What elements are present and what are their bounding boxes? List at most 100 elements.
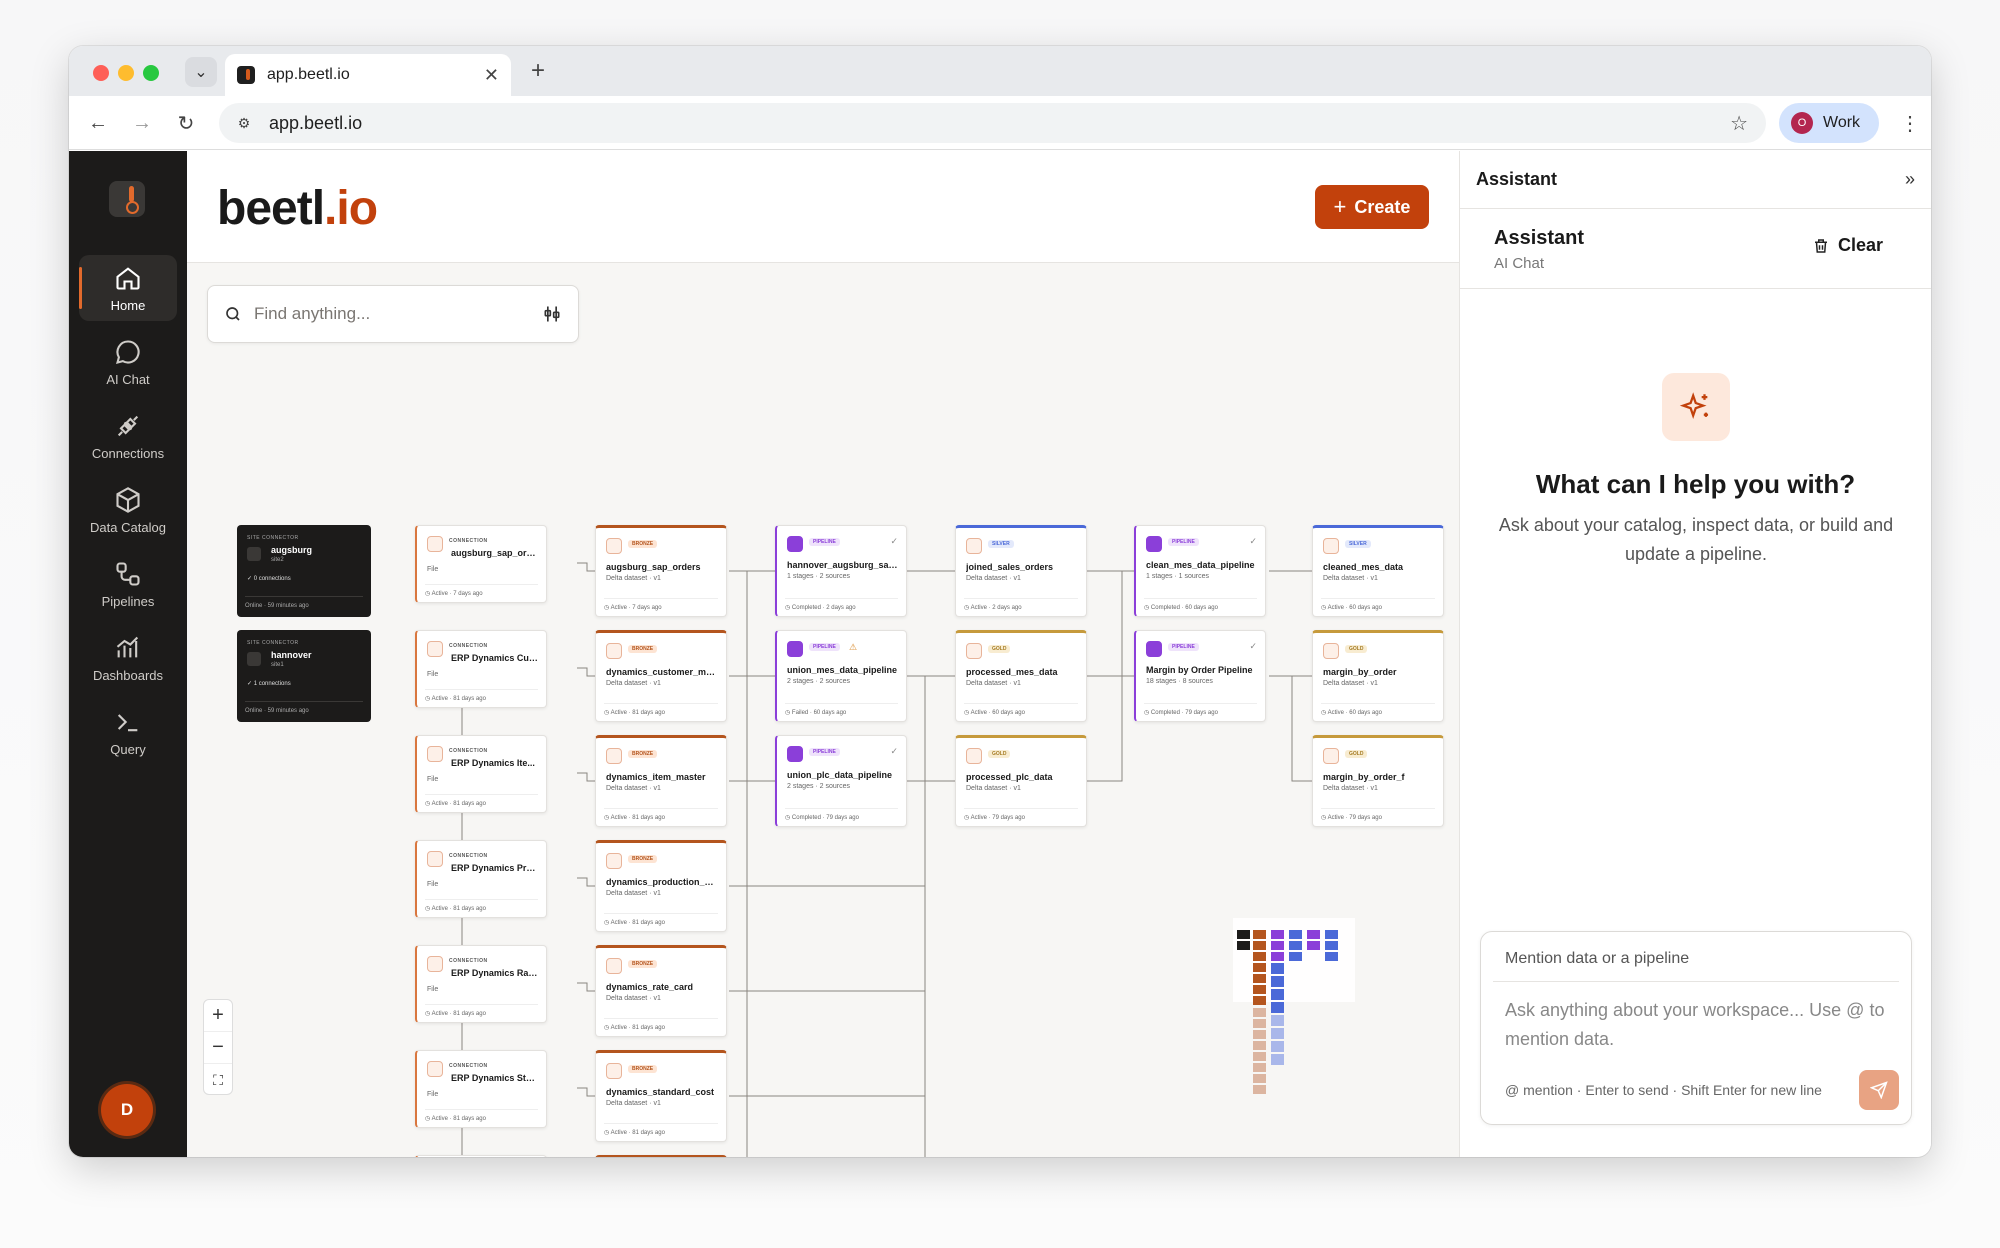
- node-name: dynamics_item_master: [606, 772, 706, 782]
- conn-node[interactable]: CONNECTION ERP Dynamics Cus... File ◷ Activ…: [415, 630, 547, 708]
- node-subtitle: site2: [271, 557, 284, 563]
- sidebar-item-label: Pipelines: [101, 593, 155, 609]
- tier-badge: GOLD: [988, 750, 1011, 758]
- zoom-in-button[interactable]: +: [204, 1000, 232, 1032]
- bronze-node[interactable]: BRONZEhannover_msd_werkbau_...Delta data…: [595, 1155, 727, 1157]
- pipe-node[interactable]: PIPELINE ✓ union_plc_data_pipeline 2 stages…: [775, 735, 907, 827]
- search-input[interactable]: Find anything...: [254, 304, 542, 324]
- node-subtitle: File: [427, 986, 439, 993]
- close-window-button[interactable]: [93, 65, 109, 81]
- node-status: Online · 59 minutes ago: [245, 701, 363, 714]
- filter-sliders-icon[interactable]: [542, 304, 562, 324]
- back-button[interactable]: ←: [83, 108, 113, 138]
- node-status: ◷ Completed · 60 days ago: [1144, 598, 1257, 616]
- minimap-node: [1289, 952, 1302, 961]
- pipe-node[interactable]: PIPELINE ✓ hannover_augsburg_sales_... 1 st…: [775, 525, 907, 617]
- collapse-panel-icon[interactable]: »: [1905, 169, 1915, 190]
- fit-view-button[interactable]: ⛶: [204, 1064, 232, 1096]
- check-icon: ✓: [890, 536, 898, 546]
- app-logo-icon[interactable]: [109, 181, 145, 217]
- plus-icon: +: [1333, 194, 1347, 219]
- browser-tab[interactable]: app.beetl.io ✕: [225, 54, 511, 96]
- node-status: ◷ Active · 81 days ago: [425, 1004, 538, 1022]
- node-name: dynamics_rate_card: [606, 982, 694, 992]
- assistant-panel-title: Assistant: [1476, 169, 1558, 189]
- node-subtitle: Delta dataset · v1: [1323, 680, 1378, 687]
- clear-button[interactable]: Clear: [1812, 235, 1883, 256]
- chat-input[interactable]: Ask anything about your workspace... Use…: [1505, 996, 1885, 1054]
- bronze-node[interactable]: BRONZE dynamics_customer_mas... Delta data…: [595, 630, 727, 722]
- bronze-node[interactable]: BRONZE dynamics_item_master Delta dataset …: [595, 735, 727, 827]
- conn-node[interactable]: CONNECTION ERP Dynamics Sta... File ◷ Activ…: [415, 1050, 547, 1128]
- minimize-window-button[interactable]: [118, 65, 134, 81]
- bronze-node[interactable]: BRONZE dynamics_production_or... Delta dat…: [595, 840, 727, 932]
- zoom-out-button[interactable]: −: [204, 1032, 232, 1064]
- sidebar-item-ai-chat[interactable]: AI Chat: [79, 329, 177, 395]
- node-status: ◷ Completed · 79 days ago: [785, 808, 898, 826]
- close-tab-icon[interactable]: ✕: [484, 65, 499, 86]
- node-name: margin_by_order: [1323, 667, 1397, 677]
- minimap-node: [1253, 985, 1266, 994]
- minimap-node: [1271, 941, 1284, 950]
- node-status: ◷ Active · 81 days ago: [604, 913, 718, 931]
- site-connector-node[interactable]: SITE CONNECTOR hannover site1 ✓ 1 connectio…: [237, 630, 371, 722]
- send-button[interactable]: [1859, 1070, 1899, 1110]
- minimap-node: [1253, 963, 1266, 972]
- mention-input[interactable]: Mention data or a pipeline: [1493, 944, 1899, 982]
- sidebar-item-connections[interactable]: Connections: [79, 403, 177, 469]
- dataset-node[interactable]: GOLD processed_mes_data Delta dataset · v1…: [955, 630, 1087, 722]
- new-tab-button[interactable]: +: [523, 56, 553, 86]
- bronze-node[interactable]: BRONZE augsburg_sap_orders Delta dataset ·…: [595, 525, 727, 617]
- minimap-node: [1325, 941, 1338, 950]
- user-avatar[interactable]: D: [101, 1084, 153, 1136]
- file-icon: [427, 536, 443, 552]
- profile-button[interactable]: O Work: [1779, 103, 1879, 143]
- brand-suffix: .io: [324, 182, 378, 235]
- pipe-node[interactable]: PIPELINE ✓ Margin by Order Pipeline 18 stag…: [1134, 630, 1266, 722]
- dataset-node[interactable]: GOLD margin_by_order Delta dataset · v1 ◷ A…: [1312, 630, 1444, 722]
- sidebar-item-query[interactable]: Query: [79, 699, 177, 765]
- conn-node[interactable]: CONNECTION augsburg_sap_ord... File ◷ Activ…: [415, 525, 547, 603]
- database-icon: [606, 853, 622, 869]
- search-bar[interactable]: Find anything...: [207, 285, 579, 343]
- conn-node[interactable]: CONNECTION ERP Dynamics Rat... File ◷ Activ…: [415, 945, 547, 1023]
- database-icon: [1323, 748, 1339, 764]
- sidebar-item-pipelines[interactable]: Pipelines: [79, 551, 177, 617]
- conn-node[interactable]: CONNECTION ERP Dynamics Ite... File ◷ Activ…: [415, 735, 547, 813]
- tab-search-button[interactable]: ⌄: [185, 57, 217, 87]
- conn-node[interactable]: CONNECTION ERP Dynamics Pro... File ◷ Activ…: [415, 840, 547, 918]
- address-bar[interactable]: ⚙ app.beetl.io ☆: [219, 103, 1766, 143]
- create-button[interactable]: + Create: [1315, 185, 1429, 229]
- pipeline-icon: [787, 746, 803, 762]
- site-connector-node[interactable]: SITE CONNECTOR augsburg site2 ✓ 0 connectio…: [237, 525, 371, 617]
- dataset-node[interactable]: SILVER cleaned_mes_data Delta dataset · v1…: [1312, 525, 1444, 617]
- site-settings-icon[interactable]: ⚙: [233, 112, 255, 134]
- bronze-node[interactable]: BRONZE dynamics_rate_card Delta dataset · …: [595, 945, 727, 1037]
- sidebar-item-dashboards[interactable]: Dashboards: [79, 625, 177, 691]
- minimap-node: [1253, 974, 1266, 983]
- maximize-window-button[interactable]: [143, 65, 159, 81]
- dataset-node[interactable]: GOLD processed_plc_data Delta dataset · v1…: [955, 735, 1087, 827]
- forward-button[interactable]: →: [127, 108, 157, 138]
- node-name: augsburg_sap_ord...: [451, 548, 538, 558]
- browser-menu-icon[interactable]: ⋮: [1895, 108, 1925, 138]
- bronze-node[interactable]: BRONZE dynamics_standard_cost Delta datase…: [595, 1050, 727, 1142]
- sidebar-item-data-catalog[interactable]: Data Catalog: [79, 477, 177, 543]
- node-status: ◷ Active · 81 days ago: [604, 1123, 718, 1141]
- minimap-node: [1253, 941, 1266, 950]
- conn-node[interactable]: CONNECTIONhannover-msdMicrosoft365Bc◷ Ac…: [415, 1155, 547, 1157]
- node-kind: CONNECTION: [449, 643, 488, 649]
- minimap-node: [1253, 1063, 1266, 1072]
- pipe-node[interactable]: PIPELINE ✓ clean_mes_data_pipeline 1 stages…: [1134, 525, 1266, 617]
- reload-button[interactable]: ↻: [171, 108, 201, 138]
- bookmark-star-icon[interactable]: ☆: [1730, 111, 1748, 136]
- tier-badge: PIPELINE: [809, 748, 840, 756]
- minimap-node: [1289, 941, 1302, 950]
- dataset-node[interactable]: SILVER joined_sales_orders Delta dataset ·…: [955, 525, 1087, 617]
- lineage-canvas[interactable]: Find anything... SITE CONNECTOR augsburg s…: [187, 263, 1459, 1157]
- minimap[interactable]: [1233, 918, 1355, 1100]
- dataset-node[interactable]: GOLD margin_by_order_f Delta dataset · v1 ◷…: [1312, 735, 1444, 827]
- sidebar-item-home[interactable]: Home: [79, 255, 177, 321]
- node-name: cleaned_mes_data: [1323, 562, 1404, 572]
- pipe-node[interactable]: PIPELINE ⚠ union_mes_data_pipeline 2 stages…: [775, 630, 907, 722]
